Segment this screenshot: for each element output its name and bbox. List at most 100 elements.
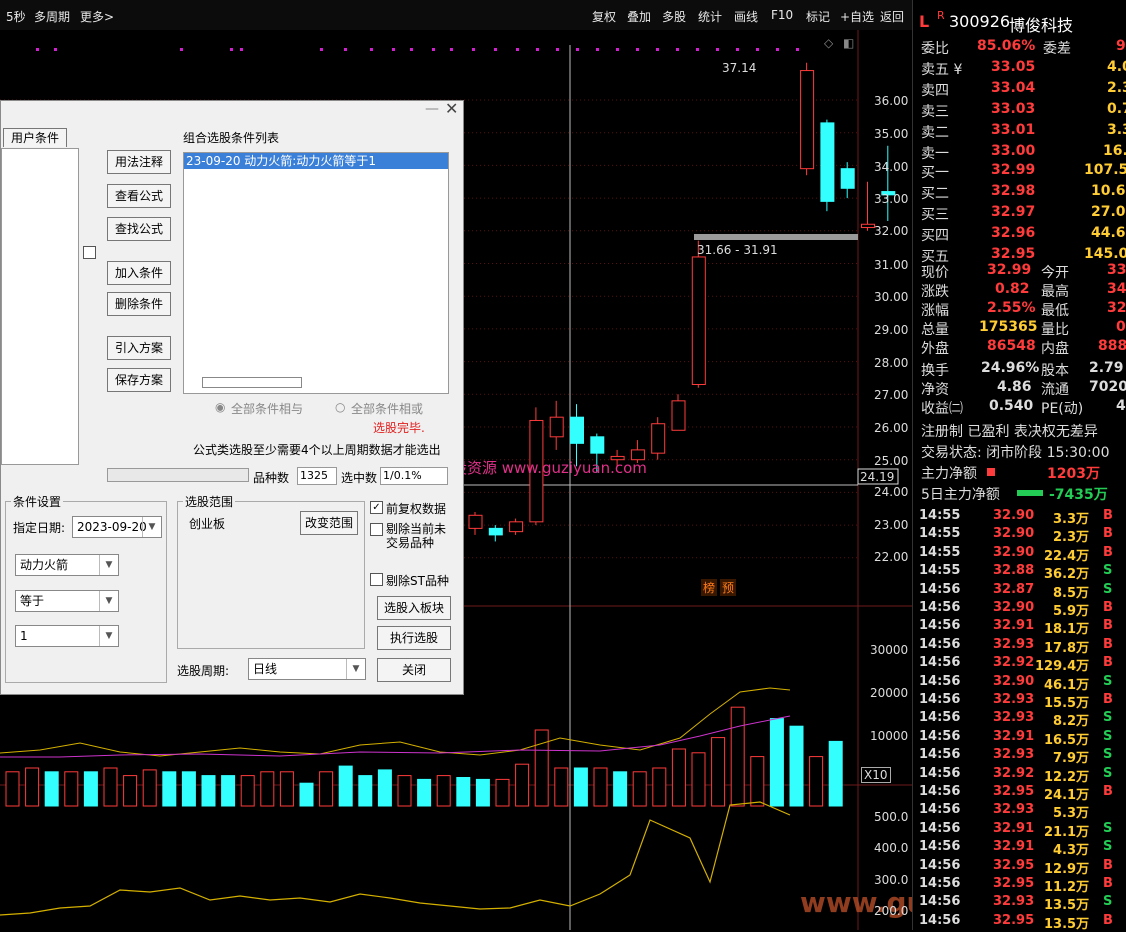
tick-side: B: [1103, 508, 1113, 523]
radio-or-icon[interactable]: ○: [335, 400, 345, 414]
price-tick: 25.00: [874, 454, 909, 468]
volume-bar: [5, 771, 20, 807]
view-formula-button[interactable]: 查看公式: [107, 184, 171, 208]
tick-volume: 12.9万: [1044, 861, 1090, 877]
volume-bar: [201, 775, 216, 807]
condition-value-select[interactable]: 1 ▼: [15, 625, 119, 647]
bid-price: 32.98: [991, 183, 1036, 199]
stat-value: 0.540: [989, 398, 1034, 414]
date-picker[interactable]: 2023-09-20 ▼: [72, 516, 162, 538]
horizontal-scrollbar[interactable]: [202, 377, 302, 388]
bid-price: 32.96: [991, 225, 1036, 241]
price-tick: 30.00: [874, 290, 909, 304]
marker-dot: [696, 48, 699, 51]
chevron-down-icon[interactable]: ▼: [99, 626, 118, 646]
close-button[interactable]: 关闭: [377, 658, 451, 682]
more-menu[interactable]: 更多>: [80, 8, 114, 25]
chevron-down-icon[interactable]: ▼: [99, 555, 118, 575]
ask-price: 33.04: [991, 80, 1036, 96]
tick-time: 14:56: [919, 820, 961, 836]
tick-time: 14:56: [919, 839, 961, 855]
chevron-down-icon[interactable]: ▼: [346, 659, 365, 679]
ask-price: 33.01: [991, 122, 1036, 138]
marker-dot: [776, 48, 779, 51]
marker-dot: [796, 48, 799, 51]
volume-bar: [691, 752, 706, 807]
delete-condition-button[interactable]: 删除条件: [107, 292, 171, 316]
indicator-tick: 300.0: [874, 873, 909, 887]
price-tick: 32.00: [874, 224, 909, 238]
volume-bar: [593, 767, 608, 807]
ask-volume: 3.3: [1107, 122, 1126, 138]
tick-volume: 15.5万: [1044, 696, 1090, 711]
chevron-down-icon[interactable]: ▼: [142, 517, 161, 537]
save-plan-button[interactable]: 保存方案: [107, 368, 171, 392]
tick-volume: 22.4万: [1044, 548, 1090, 564]
tick-side: S: [1103, 747, 1113, 763]
chevron-down-icon[interactable]: ▼: [99, 591, 118, 611]
tick-price: 32.92: [993, 765, 1035, 781]
minimize-icon[interactable]: —: [425, 101, 439, 117]
condition-tree[interactable]: [1, 148, 79, 465]
toolbar-back[interactable]: 返回: [880, 8, 904, 25]
volume-bar: [162, 771, 177, 807]
period-select[interactable]: 日线 ▼: [248, 658, 366, 680]
radio-and-label[interactable]: 全部条件相与: [231, 400, 303, 417]
toolbar-draw[interactable]: 画线: [734, 8, 758, 25]
exclude-untraded-label: 剔除当前未交易品种: [386, 522, 447, 550]
close-icon[interactable]: ✕: [445, 99, 458, 118]
radio-or-label[interactable]: 全部条件相或: [351, 400, 423, 417]
panel-toggle-icon[interactable]: ◧: [843, 36, 854, 50]
toolbar-add-watch[interactable]: +自选: [840, 8, 874, 25]
import-plan-button[interactable]: 引入方案: [107, 336, 171, 360]
tree-toggle-checkbox[interactable]: [83, 246, 96, 259]
selected-value: 1/0.1%: [380, 467, 448, 485]
candle-body: [861, 223, 875, 229]
market-l-badge: L: [919, 12, 930, 31]
add-condition-button[interactable]: 加入条件: [107, 261, 171, 285]
toolbar-mark[interactable]: 标记: [806, 8, 830, 25]
tick-time: 14:56: [919, 912, 961, 928]
condition-list[interactable]: 23-09-20 动力火箭:动力火箭等于1: [183, 152, 449, 394]
tick-volume: 8.2万: [1053, 714, 1090, 730]
exclude-st-checkbox[interactable]: [370, 573, 383, 586]
condition-list-item[interactable]: 23-09-20 动力火箭:动力火箭等于1: [184, 153, 448, 169]
toolbar-stats[interactable]: 统计: [698, 8, 722, 25]
tick-row: 14:56 32.92 12.2万 S: [913, 765, 1126, 785]
toolbar-multistock[interactable]: 多股: [662, 8, 686, 25]
forecast-badge[interactable]: 预: [720, 579, 737, 596]
count-value: 1325: [297, 467, 337, 485]
condition-name-select[interactable]: 动力火箭 ▼: [15, 554, 119, 576]
usage-note-button[interactable]: 用法注释: [107, 150, 171, 174]
condition-operator-select[interactable]: 等于 ▼: [15, 590, 119, 612]
tick-row: 14:56 32.91 16.5万 S: [913, 728, 1126, 748]
toolbar-fuquan[interactable]: 复权: [592, 8, 616, 25]
tick-side: S: [1103, 728, 1113, 744]
add-to-block-button[interactable]: 选股入板块: [377, 596, 451, 620]
marker-dot: [516, 48, 519, 51]
bid-volume: 44.6: [1091, 225, 1126, 241]
rank-badge[interactable]: 榜: [701, 579, 718, 596]
diamond-icon[interactable]: ◇: [824, 36, 833, 50]
exclude-untraded-checkbox[interactable]: [370, 523, 383, 536]
tab-user-conditions[interactable]: 用户条件: [3, 128, 67, 147]
prior-rights-checkbox[interactable]: ✓: [370, 501, 383, 514]
toolbar-f10[interactable]: F10: [771, 8, 793, 22]
change-range-button[interactable]: 改变范围: [300, 511, 358, 535]
radio-and-icon[interactable]: ◉: [215, 400, 225, 414]
tick-side: B: [1103, 526, 1113, 542]
tick-volume: 24.1万: [1044, 788, 1090, 803]
find-formula-button[interactable]: 查找公式: [107, 217, 171, 241]
tick-row: 14:56 32.91 4.3万 S: [913, 839, 1126, 858]
marker-dot: [54, 48, 57, 51]
tick-volume: 36.2万: [1044, 567, 1090, 583]
multi-period-tab[interactable]: 多周期: [34, 8, 70, 25]
volume-bar: [554, 767, 569, 807]
toolbar-overlay[interactable]: 叠加: [627, 8, 651, 25]
ask-level-label: 卖三: [921, 104, 949, 120]
volume-tick: 30000: [870, 643, 909, 657]
volume-bar: [730, 706, 745, 807]
range-label: 31.66 - 31.91: [697, 243, 778, 257]
execute-screen-button[interactable]: 执行选股: [377, 626, 451, 650]
period-5s-tab[interactable]: 5秒: [6, 8, 26, 25]
